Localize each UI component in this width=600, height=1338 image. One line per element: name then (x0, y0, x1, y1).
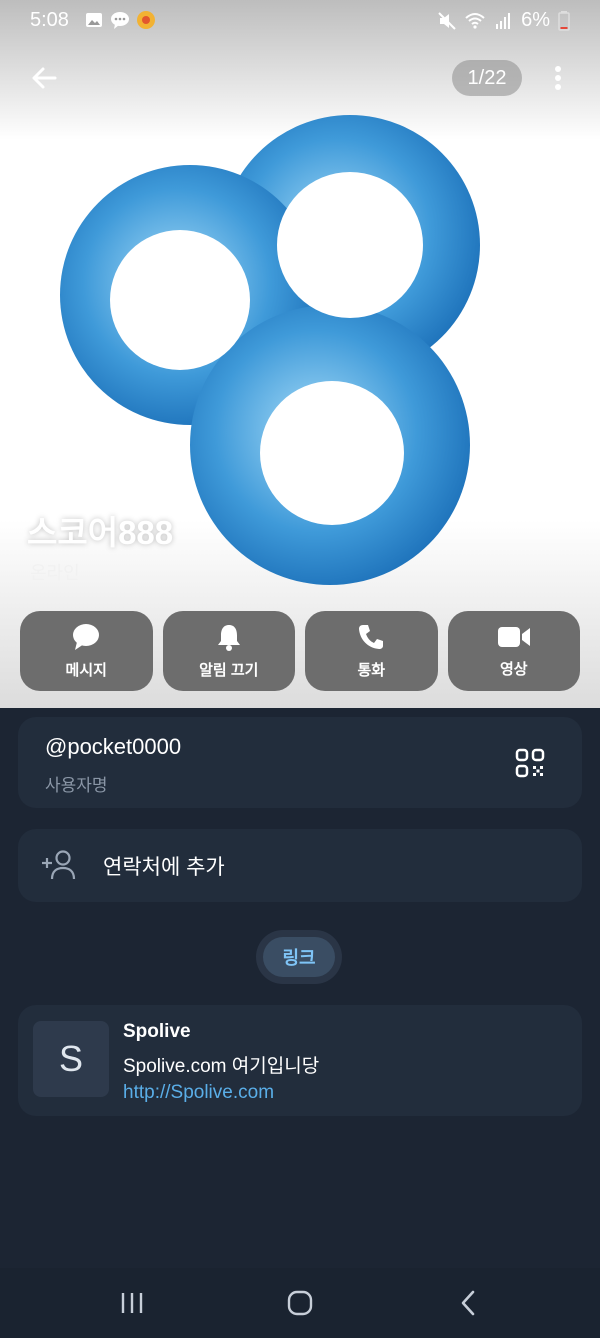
link-description: Spolive.com 여기입니당 (123, 1056, 320, 1077)
arrow-left-icon (32, 67, 57, 89)
home-icon (287, 1290, 313, 1316)
wifi-icon (465, 12, 485, 29)
message-button[interactable]: 메시지 (20, 611, 153, 691)
recent-apps-icon (121, 1293, 143, 1313)
profile-actions: 메시지 알림 끄기 통화 영상 (20, 611, 580, 691)
status-bar: 5:08 6% (0, 0, 600, 42)
add-person-icon (42, 850, 76, 880)
add-contact-row[interactable]: 연락처에 추가 (18, 829, 582, 902)
back-button[interactable] (24, 58, 64, 98)
username-value: @pocket0000 (45, 734, 182, 759)
video-icon (497, 626, 530, 647)
profile-photo-header: 5:08 6% 1/22 스코어888 온라인 메시지 알림 끄기 통화 영상 (0, 0, 600, 708)
status-time: 5:08 (30, 9, 69, 31)
home-button[interactable] (280, 1287, 320, 1319)
system-navigation-bar (0, 1268, 600, 1338)
link-item[interactable]: S Spolive Spolive.com 여기입니당 http://Spoli… (18, 1005, 582, 1116)
chat-notification-icon (111, 12, 129, 29)
links-tab-chip[interactable]: 링크 (256, 930, 342, 984)
link-url[interactable]: http://Spolive.com (123, 1082, 274, 1104)
mute-notifications-button[interactable]: 알림 끄기 (162, 611, 295, 691)
message-button-label: 메시지 (65, 661, 107, 679)
link-title: Spolive (123, 1021, 191, 1042)
signal-icon (496, 12, 511, 29)
app-notification-icon (137, 11, 155, 29)
nav-back-button[interactable] (448, 1287, 488, 1319)
username-caption: 사용자명 (45, 776, 108, 795)
phone-icon (359, 624, 384, 649)
username-card[interactable]: @pocket0000 사용자명 (18, 717, 582, 808)
image-notification-icon (86, 13, 102, 27)
battery-percent: 6% (521, 9, 550, 31)
message-icon (73, 623, 100, 650)
bell-icon (217, 624, 240, 651)
mute-icon (438, 11, 456, 30)
call-button-label: 통화 (357, 661, 386, 679)
chevron-left-icon (461, 1290, 475, 1316)
video-call-button[interactable]: 영상 (447, 611, 580, 691)
more-vertical-icon (555, 66, 561, 90)
link-thumbnail: S (33, 1021, 109, 1097)
recent-apps-button[interactable] (112, 1287, 152, 1319)
mute-button-label: 알림 끄기 (199, 661, 259, 679)
more-options-button[interactable] (546, 60, 570, 96)
call-button[interactable]: 통화 (305, 611, 438, 691)
profile-name: 스코어888 (27, 514, 174, 551)
links-tab-label: 링크 (263, 937, 335, 977)
video-button-label: 영상 (499, 660, 528, 678)
photo-counter: 1/22 (452, 60, 522, 96)
qr-code-icon[interactable] (515, 748, 545, 778)
battery-icon (558, 10, 570, 31)
online-status: 온라인 (30, 563, 80, 583)
add-contact-label: 연락처에 추가 (103, 856, 225, 879)
